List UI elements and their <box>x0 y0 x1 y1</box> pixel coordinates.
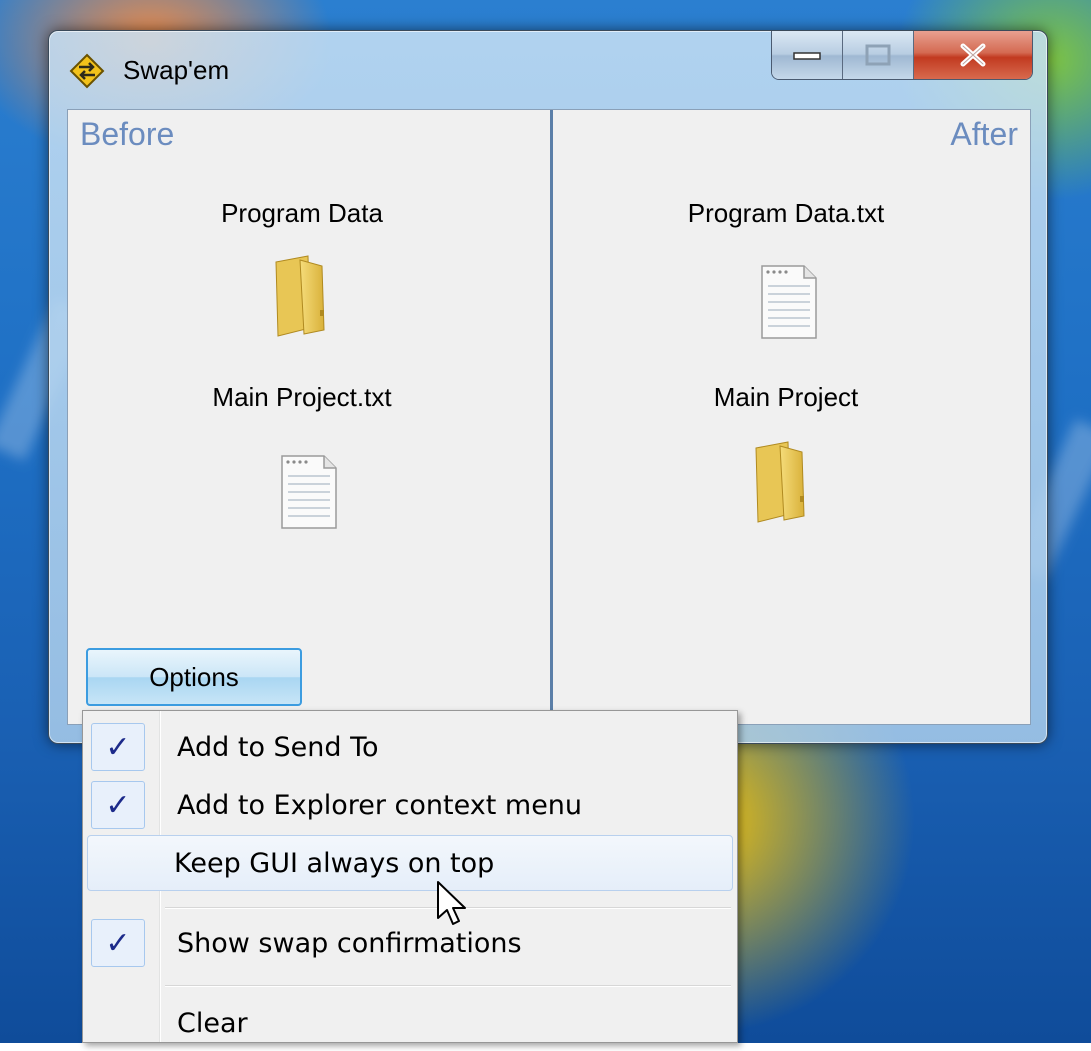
close-button[interactable] <box>914 31 1032 79</box>
options-button[interactable]: Options <box>86 648 302 706</box>
menu-item-show-swap-confirmations[interactable]: ✓ Show swap confirmations <box>87 915 733 971</box>
checkmark-icon: ✓ <box>91 781 145 829</box>
title-bar[interactable]: Swap'em <box>49 31 1047 109</box>
client-area: Before Program Data Main Project.txt Opt… <box>67 109 1031 725</box>
app-icon <box>69 53 105 89</box>
checkmark-icon: ✓ <box>91 723 145 771</box>
before-heading: Before <box>80 116 175 152</box>
menu-item-add-to-send-to[interactable]: ✓ Add to Send To <box>87 719 733 775</box>
after-heading: After <box>950 116 1018 152</box>
menu-item-add-to-explorer-context-menu[interactable]: ✓ Add to Explorer context menu <box>87 777 733 833</box>
after-pane[interactable]: After Program Data.txt Main Project <box>554 110 1030 724</box>
menu-item-label: Add to Send To <box>177 731 379 763</box>
minimize-icon <box>793 52 821 60</box>
after-item-2-label: Main Project <box>713 382 859 412</box>
menu-item-label: Clear <box>177 1007 248 1039</box>
maximize-icon <box>865 44 891 66</box>
before-pane[interactable]: Before Program Data Main Project.txt Opt… <box>68 110 550 724</box>
mouse-cursor-icon <box>437 881 466 925</box>
minimize-button[interactable] <box>772 31 843 79</box>
text-file-icon[interactable] <box>754 262 824 342</box>
menu-separator <box>165 985 731 987</box>
close-icon <box>960 43 986 67</box>
before-item-1-label: Program Data <box>221 198 383 228</box>
checkmark-icon: ✓ <box>91 919 145 967</box>
pane-divider[interactable] <box>550 110 553 724</box>
caption-buttons <box>771 31 1033 80</box>
maximize-button[interactable] <box>843 31 914 79</box>
folder-icon[interactable] <box>270 252 350 342</box>
before-item-2-label: Main Project.txt <box>212 382 392 412</box>
after-item-1-label: Program Data.txt <box>687 198 885 228</box>
window-title: Swap'em <box>123 55 230 85</box>
menu-item-label: Add to Explorer context menu <box>177 789 583 821</box>
menu-item-keep-gui-always-on-top[interactable]: Keep GUI always on top <box>87 835 733 891</box>
text-file-icon[interactable] <box>274 452 344 532</box>
folder-icon[interactable] <box>750 438 830 528</box>
menu-item-label: Keep GUI always on top <box>174 847 495 879</box>
options-context-menu: ✓ Add to Send To ✓ Add to Explorer conte… <box>82 710 738 1043</box>
app-window: Swap'em Before Program Data Main Project… <box>48 30 1048 744</box>
